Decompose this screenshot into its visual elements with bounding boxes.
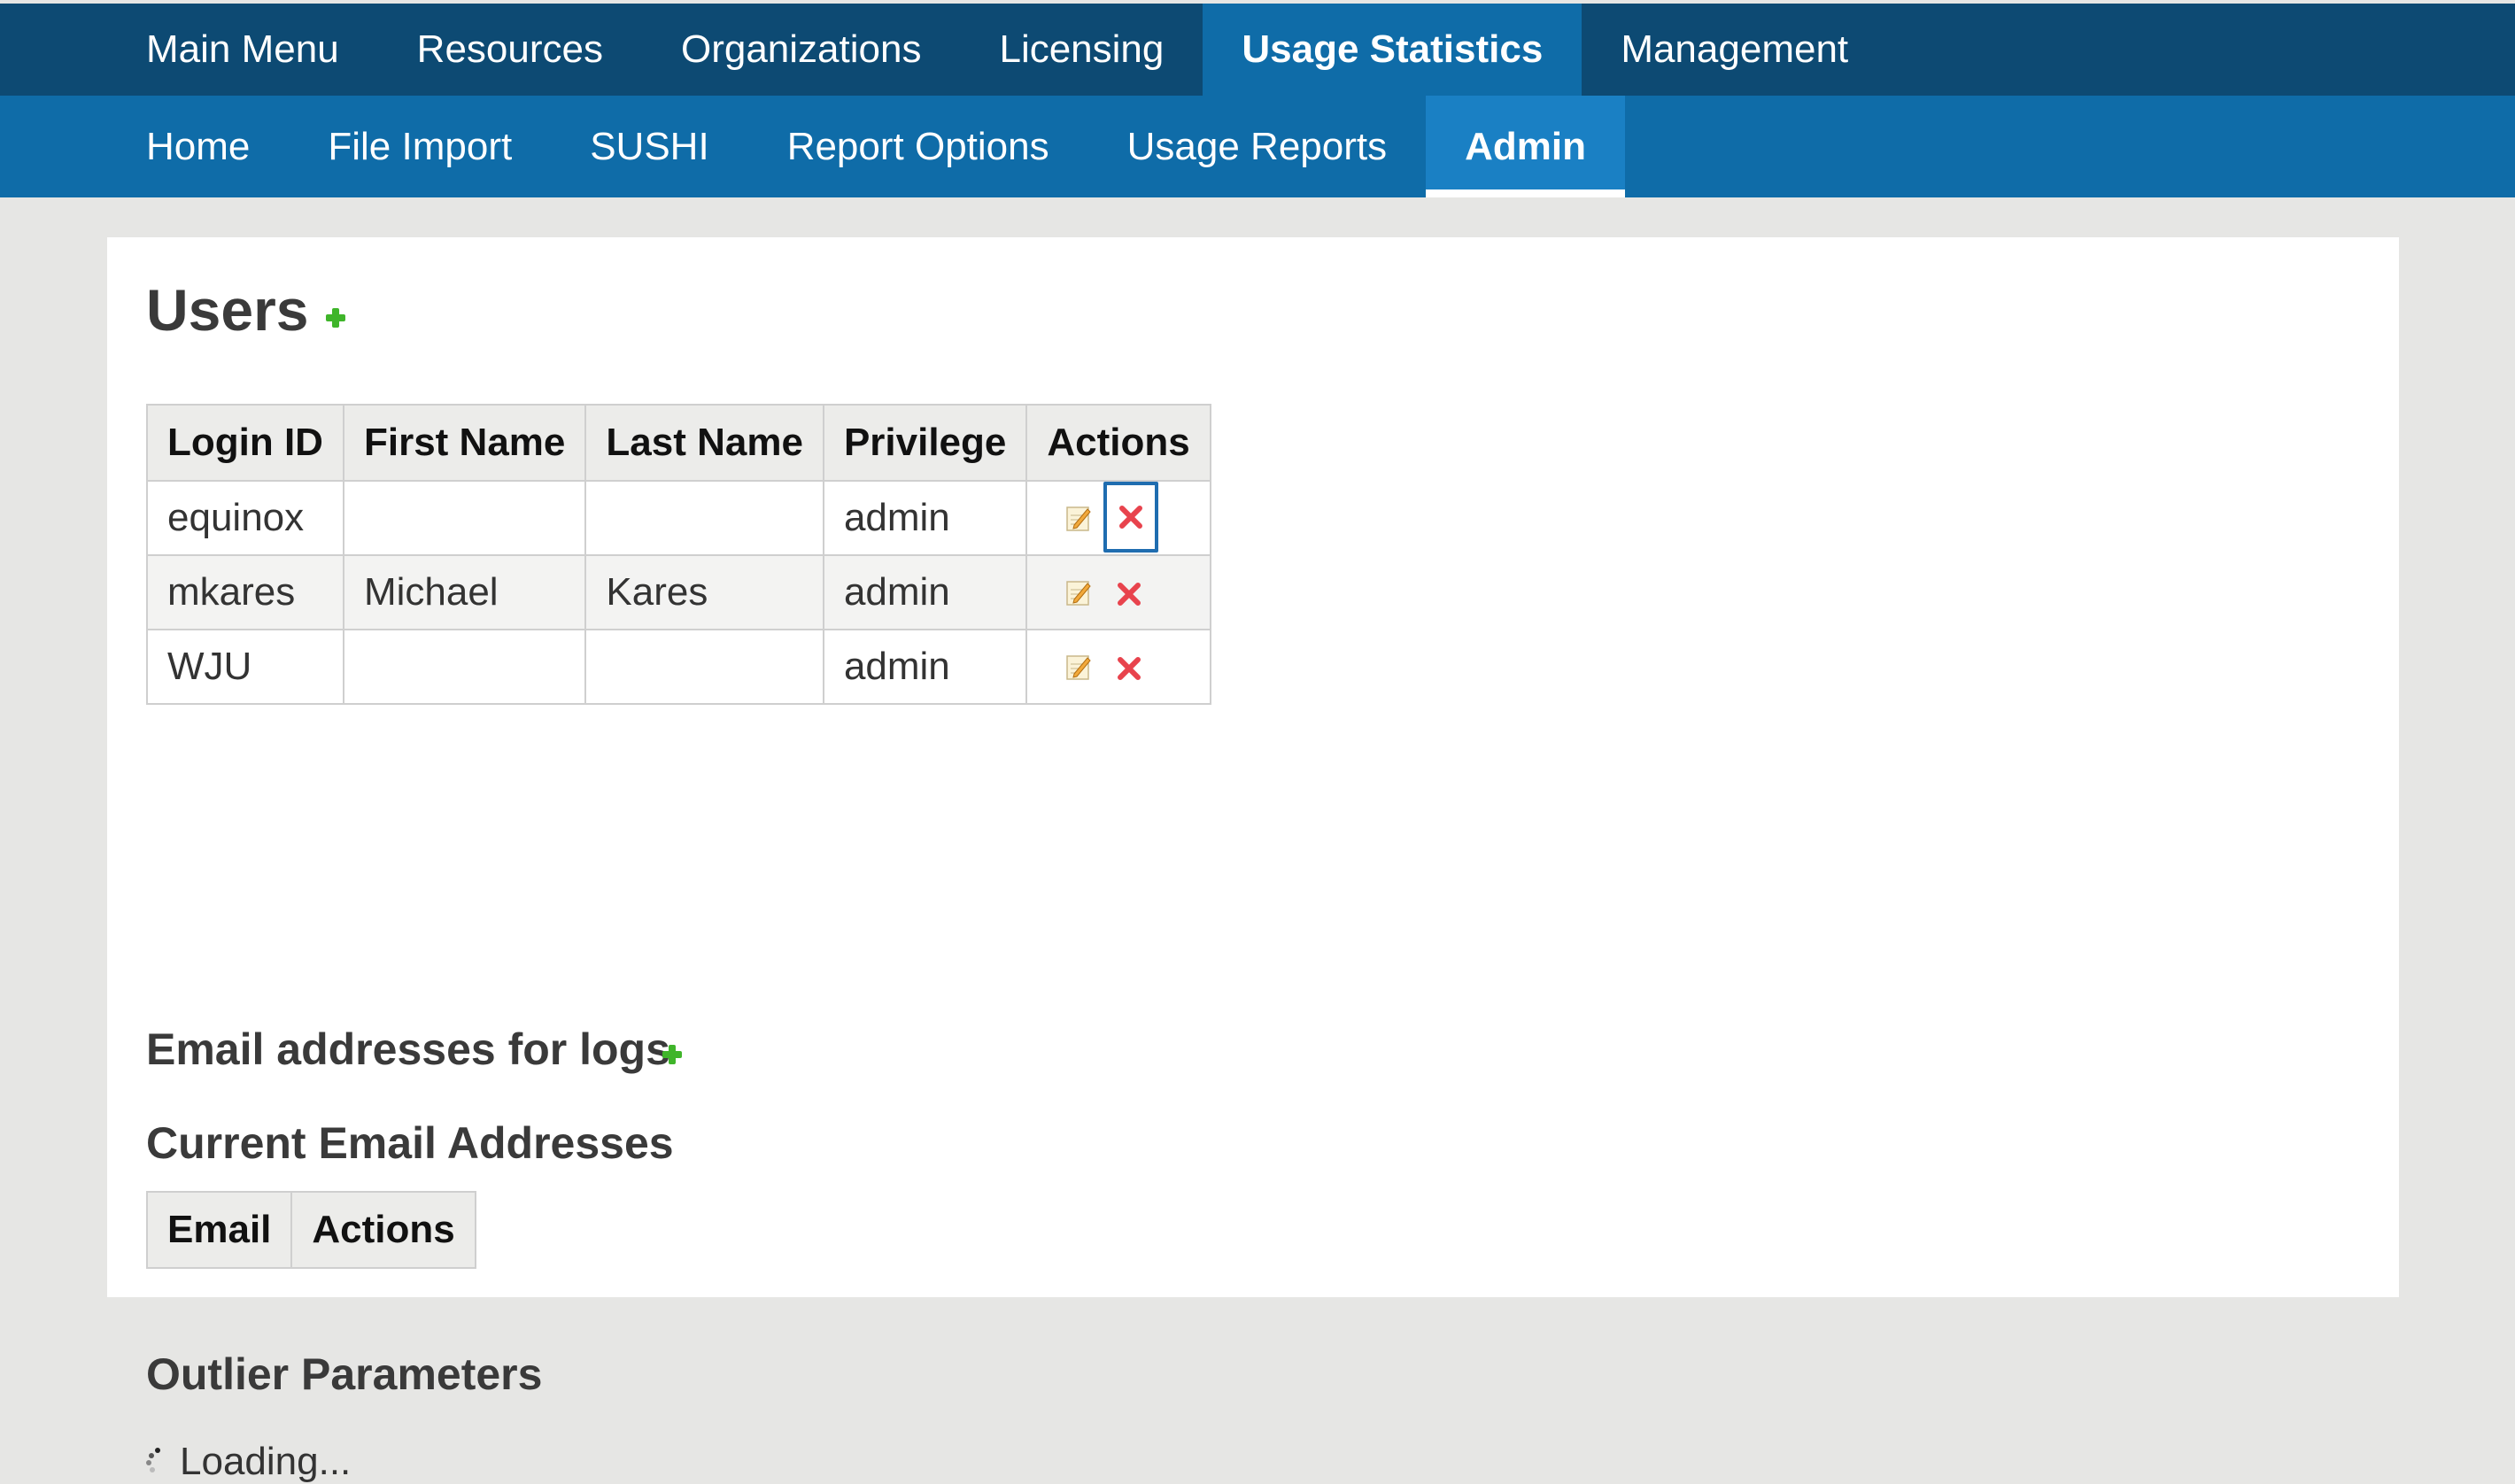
column-header-first-name: First Name — [342, 404, 587, 482]
delete-x-icon[interactable] — [1103, 482, 1159, 553]
cell-login-id: equinox — [146, 480, 344, 556]
cell-last-name — [584, 480, 824, 556]
cell-actions — [1025, 554, 1211, 630]
users-table-header-row: Login ID First Name Last Name Privilege … — [146, 404, 1211, 482]
cell-first-name — [342, 629, 587, 705]
secondary-nav: Home File Import SUSHI Report Options Us… — [0, 96, 2515, 197]
table-row: equinox admin — [146, 480, 1211, 556]
cell-last-name: Kares — [584, 554, 824, 630]
add-email-plus-icon[interactable] — [662, 1045, 682, 1064]
column-header-actions: Actions — [1025, 404, 1211, 482]
subnav-usage-reports[interactable]: Usage Reports — [1088, 96, 1426, 197]
email-logs-heading: Email addresses for logs — [146, 1024, 670, 1074]
cell-privilege: admin — [822, 554, 1028, 630]
edit-pencil-icon[interactable] — [1066, 653, 1092, 680]
cell-privilege: admin — [822, 480, 1028, 556]
cell-login-id: mkares — [146, 554, 344, 630]
nav-resources[interactable]: Resources — [378, 4, 642, 96]
subnav-file-import[interactable]: File Import — [289, 96, 551, 197]
nav-management[interactable]: Management — [1582, 4, 1887, 96]
cell-first-name: Michael — [342, 554, 587, 630]
cell-last-name — [584, 629, 824, 705]
current-email-addresses-heading: Current Email Addresses — [146, 1118, 674, 1168]
delete-x-icon[interactable] — [1116, 581, 1142, 607]
users-table: Login ID First Name Last Name Privilege … — [146, 404, 1211, 705]
table-row: mkares Michael Kares admin — [146, 554, 1211, 630]
column-header-email: Email — [145, 1191, 293, 1269]
nav-main-menu[interactable]: Main Menu — [107, 4, 378, 96]
cell-login-id: WJU — [146, 629, 344, 705]
cell-first-name — [342, 480, 587, 556]
cell-actions — [1025, 629, 1211, 705]
nav-usage-statistics[interactable]: Usage Statistics — [1203, 4, 1583, 96]
column-header-privilege: Privilege — [822, 404, 1028, 482]
users-heading: Users — [146, 277, 309, 343]
subnav-admin[interactable]: Admin — [1426, 96, 1625, 197]
edit-pencil-icon[interactable] — [1066, 505, 1092, 531]
delete-x-icon[interactable] — [1116, 655, 1142, 682]
primary-nav: Main Menu Resources Organizations Licens… — [0, 4, 2515, 96]
outlier-parameters-heading: Outlier Parameters — [146, 1349, 543, 1399]
cell-actions — [1025, 480, 1211, 556]
subnav-home[interactable]: Home — [107, 96, 289, 197]
subnav-report-options[interactable]: Report Options — [748, 96, 1088, 197]
add-user-plus-icon[interactable] — [326, 308, 345, 328]
column-header-actions: Actions — [290, 1191, 476, 1269]
email-table: Email Actions — [145, 1191, 476, 1269]
table-row: WJU admin — [146, 629, 1211, 705]
nav-organizations[interactable]: Organizations — [642, 4, 960, 96]
column-header-login-id: Login ID — [146, 404, 344, 482]
nav-licensing[interactable]: Licensing — [960, 4, 1203, 96]
loading-indicator: Loading... — [146, 1440, 351, 1484]
admin-panel: Users Login ID First Name Last Name Priv… — [107, 237, 2399, 1483]
email-table-header-row: Email Actions — [145, 1191, 476, 1269]
column-header-last-name: Last Name — [584, 404, 824, 482]
cell-privilege: admin — [822, 629, 1028, 705]
spinner-icon — [146, 1448, 167, 1476]
loading-text: Loading... — [180, 1440, 352, 1483]
edit-pencil-icon[interactable] — [1066, 579, 1092, 606]
subnav-sushi[interactable]: SUSHI — [551, 96, 747, 197]
